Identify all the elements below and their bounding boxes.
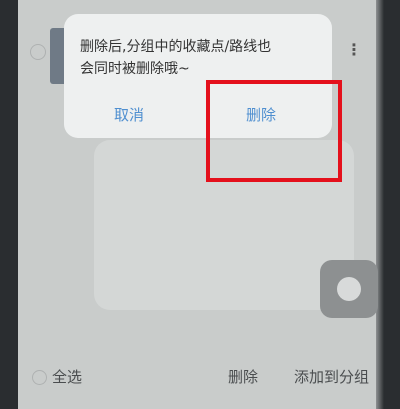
screen-bezel <box>376 0 384 409</box>
dialog-message-line-2: 会同时被删除哦~ <box>80 61 190 77</box>
more-options-icon[interactable]: ⋮ <box>346 42 362 58</box>
bottom-action-bar: 全选 删除 添加到分组 <box>18 352 384 400</box>
select-all-button[interactable]: 全选 <box>52 366 82 387</box>
item-select-radio[interactable] <box>30 44 46 60</box>
add-to-group-button[interactable]: 添加到分组 <box>294 366 369 387</box>
cancel-button[interactable]: 取消 <box>114 104 144 125</box>
dialog-message: 删除后,分组中的收藏点/路线也 会同时被删除哦~ <box>80 36 324 80</box>
floating-assistive-button[interactable] <box>320 260 378 318</box>
select-all-radio[interactable] <box>32 370 47 385</box>
bottom-delete-button[interactable]: 删除 <box>228 366 258 387</box>
annotation-highlight-box <box>206 80 342 182</box>
assistive-button-icon <box>337 277 361 301</box>
dialog-message-line-1: 删除后,分组中的收藏点/路线也 <box>80 39 272 55</box>
